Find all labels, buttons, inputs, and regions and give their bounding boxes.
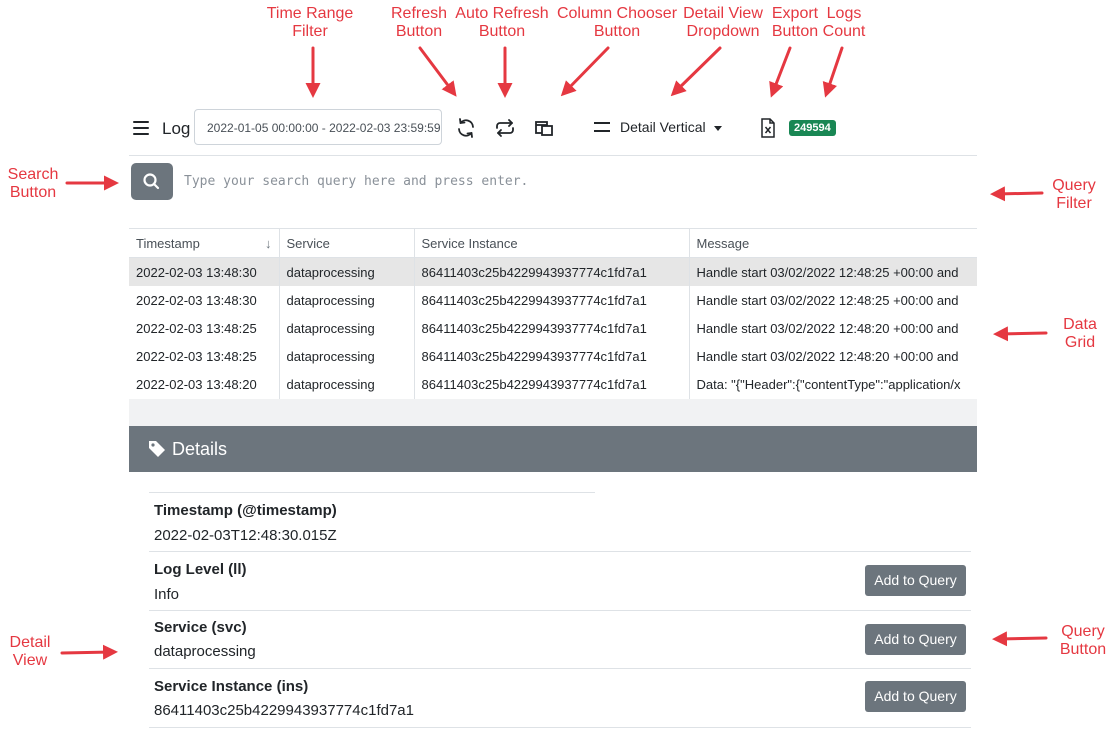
details-title: Details <box>172 439 228 459</box>
table-row[interactable]: 2022-02-03 13:48:20 dataprocessing 86411… <box>129 370 977 399</box>
cell-message: Handle start 03/02/2022 12:48:20 +00:00 … <box>696 320 959 336</box>
splitter[interactable] <box>129 399 977 426</box>
cell-timestamp: 2022-02-03 13:48:25 <box>129 314 280 343</box>
details-header: Details <box>129 426 977 472</box>
cell-timestamp: 2022-02-03 13:48:30 <box>129 286 280 315</box>
field-name: Service Instance (ins) <box>154 678 309 695</box>
detail-field-log-level: Log Level (ll) Info Add to Query <box>149 552 971 611</box>
cell-message: Handle start 03/02/2022 12:48:20 +00:00 … <box>696 349 959 365</box>
search-button[interactable] <box>131 163 173 200</box>
cell-timestamp: 2022-02-03 13:48:30 <box>129 257 280 287</box>
column-header-service-instance[interactable]: Service Instance <box>414 229 690 258</box>
annotation-data-grid: Data Grid <box>1063 316 1097 351</box>
arrow-export <box>769 46 792 98</box>
query-filter-row: Type your search query here and press en… <box>129 156 977 229</box>
detail-field-timestamp: Timestamp (@timestamp) 2022-02-03T12:48:… <box>149 493 971 552</box>
cell-service-instance: 86411403c25b4229943937774c1fd7a1 <box>414 370 690 399</box>
field-name: Service (svc) <box>154 619 247 636</box>
annotation-column-chooser-button: Column Chooser Button <box>556 5 678 40</box>
column-header-timestamp[interactable]: Timestamp ↓ <box>129 229 280 258</box>
cell-service-instance: 86411403c25b4229943937774c1fd7a1 <box>414 342 690 371</box>
table-row[interactable]: 2022-02-03 13:48:25 dataprocessing 86411… <box>129 342 977 371</box>
time-range-filter[interactable]: 2022-01-05 00:00:00 - 2022-02-03 23:59:5… <box>194 109 442 145</box>
tag-icon <box>149 441 165 457</box>
export-button[interactable] <box>756 116 780 140</box>
auto-refresh-button[interactable] <box>493 116 517 140</box>
column-chooser-button[interactable] <box>532 116 556 140</box>
cell-timestamp: 2022-02-03 13:48:25 <box>129 342 280 371</box>
cell-service: dataprocessing <box>279 342 415 371</box>
arrow-column-chooser <box>560 46 610 97</box>
column-chooser-icon <box>535 121 553 136</box>
arrow-query-button <box>992 631 1048 647</box>
field-name: Log Level (ll) <box>154 561 247 578</box>
annotation-detail-view-dropdown: Detail View Dropdown <box>683 5 763 40</box>
cell-service-instance: 86411403c25b4229943937774c1fd7a1 <box>414 257 690 287</box>
auto-refresh-icon <box>496 119 514 137</box>
annotation-search-button: Search Button <box>7 166 59 201</box>
field-value: dataprocessing <box>154 643 256 660</box>
column-header-service[interactable]: Service <box>279 229 415 258</box>
table-row[interactable]: 2022-02-03 13:48:25 dataprocessing 86411… <box>129 314 977 343</box>
table-row[interactable]: 2022-02-03 13:48:30 dataprocessing 86411… <box>129 257 977 287</box>
annotation-refresh-button: Refresh Button <box>390 5 448 40</box>
cell-timestamp: 2022-02-03 13:48:20 <box>129 370 280 399</box>
cell-service-instance: 86411403c25b4229943937774c1fd7a1 <box>414 286 690 315</box>
add-to-query-button[interactable]: Add to Query <box>865 681 966 712</box>
equals-icon <box>594 121 610 132</box>
cell-service: dataprocessing <box>279 257 415 287</box>
column-header-message[interactable]: Message <box>689 229 977 258</box>
detail-field-service: Service (svc) dataprocessing Add to Quer… <box>149 611 971 669</box>
annotation-auto-refresh-button: Auto Refresh Button <box>455 5 549 40</box>
search-icon <box>143 173 160 190</box>
cell-message: Data: "{"Header":{"contentType":"applica… <box>696 377 961 393</box>
table-row[interactable]: 2022-02-03 13:48:30 dataprocessing 86411… <box>129 286 977 315</box>
sort-down-icon[interactable]: ↓ <box>265 236 272 251</box>
page-title: Log <box>162 119 191 138</box>
data-grid: Timestamp ↓ Service Service Instance Mess… <box>129 229 977 399</box>
field-name: Timestamp (@timestamp) <box>154 502 337 519</box>
add-to-query-button[interactable]: Add to Query <box>865 624 966 655</box>
refresh-icon <box>458 118 474 138</box>
search-input[interactable]: Type your search query here and press en… <box>184 174 528 189</box>
field-value: 2022-02-03T12:48:30.015Z <box>154 527 337 544</box>
refresh-button[interactable] <box>454 116 478 140</box>
arrow-data-grid <box>993 326 1048 342</box>
arrow-refresh <box>418 46 457 97</box>
hamburger-menu-icon[interactable] <box>133 121 149 135</box>
cell-service: dataprocessing <box>279 286 415 315</box>
detail-view-label: Detail Vertical <box>620 119 706 135</box>
cell-service: dataprocessing <box>279 314 415 343</box>
arrow-logs-count <box>822 46 844 98</box>
annotation-detail-view: Detail View <box>9 634 51 669</box>
annotation-logs-count: Logs Count <box>822 5 866 40</box>
annotation-time-range-filter: Time Range Filter <box>266 5 354 40</box>
logs-count-badge: 249594 <box>789 120 836 136</box>
detail-field-service-instance: Service Instance (ins) 86411403c25b42299… <box>149 669 971 728</box>
annotation-query-filter: Query Filter <box>1052 177 1096 212</box>
arrow-detail-view-pane <box>60 644 118 660</box>
excel-file-icon <box>761 118 775 138</box>
cell-message: Handle start 03/02/2022 12:48:25 +00:00 … <box>696 292 959 308</box>
arrow-detail-view <box>670 46 722 97</box>
caret-down-icon <box>713 125 722 131</box>
detail-view-dropdown[interactable]: Detail Vertical <box>594 119 722 135</box>
arrow-query-filter <box>990 186 1044 202</box>
annotation-query-button: Query Button <box>1059 623 1107 658</box>
cell-message: Handle start 03/02/2022 12:48:25 +00:00 … <box>689 257 977 287</box>
toolbar: Log 2022-01-05 00:00:00 - 2022-02-03 23:… <box>129 108 977 156</box>
field-value: 86411403c25b4229943937774c1fd7a1 <box>154 702 414 719</box>
field-value: Info <box>154 586 180 603</box>
log-app: Log 2022-01-05 00:00:00 - 2022-02-03 23:… <box>129 108 977 737</box>
cell-service-instance: 86411403c25b4229943937774c1fd7a1 <box>414 314 690 343</box>
add-to-query-button[interactable]: Add to Query <box>865 565 966 596</box>
cell-service: dataprocessing <box>279 370 415 399</box>
